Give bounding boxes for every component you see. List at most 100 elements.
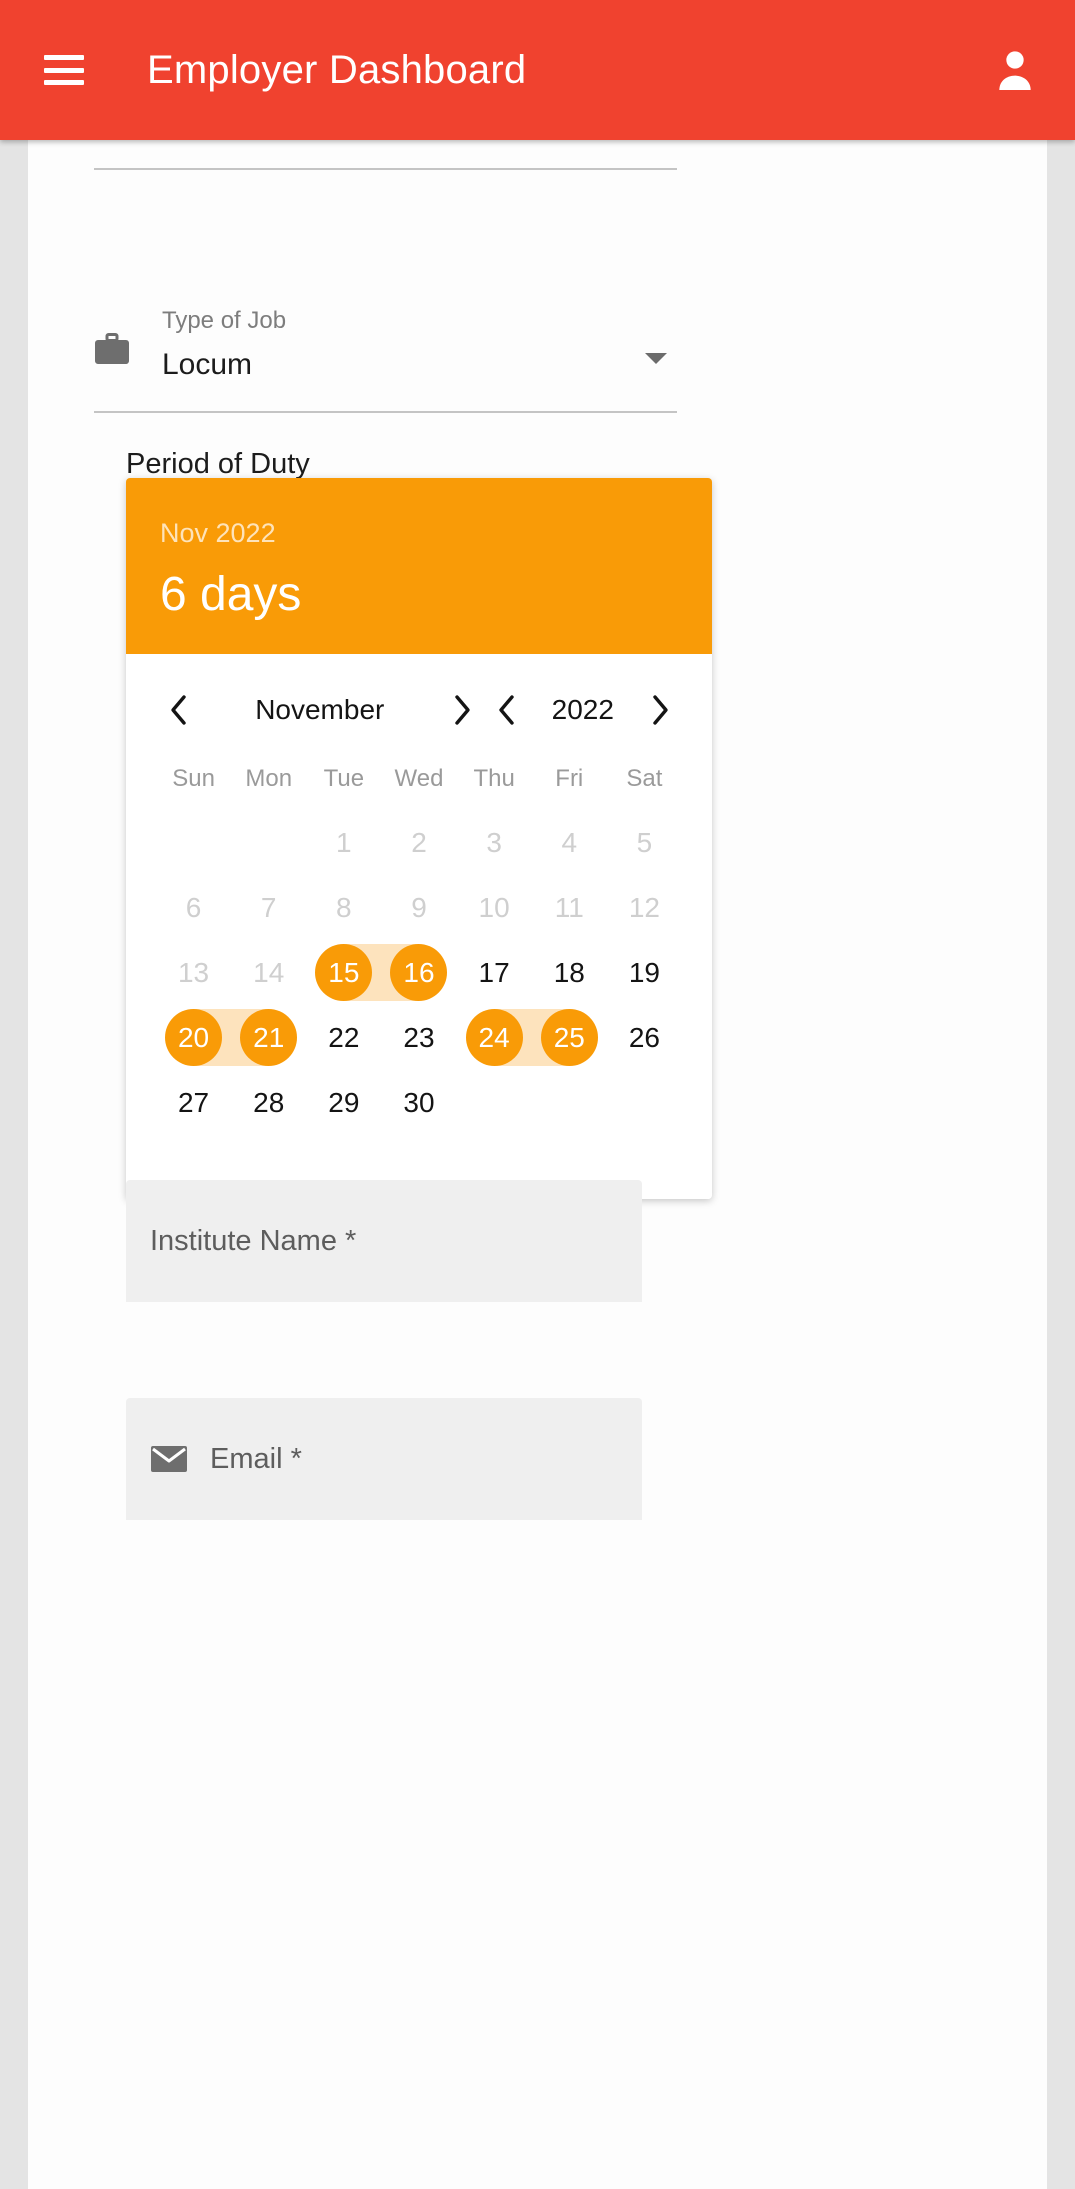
weekday-label: Sat (626, 765, 663, 792)
weekday-label: Fri (555, 765, 584, 792)
calendar-day-cell: 6 (156, 875, 231, 940)
calendar-day-cell: 7 (231, 875, 306, 940)
calendar-day-number: 12 (628, 892, 660, 923)
calendar-day-cell[interactable]: 30 (381, 1070, 456, 1135)
calendar-day-cell[interactable]: 15 (306, 940, 383, 1005)
calendar-cell-empty (231, 810, 306, 875)
date-range-calendar: Nov 2022 6 days November 2022 Sun Mon Tu… (126, 478, 712, 1199)
calendar-day-number: 21 (240, 1009, 298, 1066)
weekday-label: Mon (245, 765, 293, 792)
calendar-day-number: 3 (486, 827, 502, 858)
top-divider (94, 168, 677, 170)
calendar-day-number: 15 (315, 944, 373, 1001)
hamburger-bar (44, 67, 84, 73)
calendar-day-number: 9 (411, 892, 427, 923)
calendar-body: November 2022 Sun Mon Tue Wed Thu Fri Sa… (126, 654, 712, 1199)
email-input[interactable]: Email * (126, 1398, 642, 1520)
chevron-left-icon-month[interactable] (156, 688, 200, 732)
calendar-day-number: 11 (554, 892, 584, 923)
calendar-week-row: 6 7 8 9 10 11 12 (156, 875, 682, 940)
calendar-day-cell: 11 (532, 875, 607, 940)
envelope-icon (151, 1446, 187, 1472)
calendar-day-cell: 5 (607, 810, 682, 875)
chevron-right-icon-year[interactable] (638, 688, 682, 732)
briefcase-icon (95, 333, 129, 364)
calendar-day-cell[interactable]: 19 (607, 940, 682, 1005)
calendar-day-number: 22 (328, 1022, 360, 1053)
calendar-day-cell[interactable]: 26 (607, 1005, 682, 1070)
calendar-day-cell[interactable]: 24 (457, 1005, 533, 1070)
calendar-day-number: 18 (553, 957, 585, 988)
calendar-day-cell: 13 (156, 940, 231, 1005)
calendar-day-number: 30 (403, 1087, 435, 1118)
job-type-field[interactable]: Type of Job Locum (94, 295, 677, 413)
calendar-cell-empty (607, 1070, 682, 1135)
calendar-month-label: November (255, 694, 385, 725)
calendar-day-number: 19 (628, 957, 660, 988)
calendar-day-cell[interactable]: 16 (380, 940, 456, 1005)
year-navigation: 2022 (484, 688, 682, 732)
calendar-header: Nov 2022 6 days (126, 478, 712, 654)
app-bar: Employer Dashboard (0, 0, 1075, 140)
calendar-date-grid: 1 2 3 4 5 6 7 8 9 10 11 12 13 14 15 16 17 18 19 20 21 22 23 24 2… (156, 810, 682, 1135)
calendar-day-cell[interactable]: 29 (306, 1070, 381, 1135)
calendar-day-cell[interactable]: 21 (230, 1005, 306, 1070)
calendar-week-row: 20 21 22 23 24 25 26 (156, 1005, 682, 1070)
calendar-day-cell: 3 (457, 810, 532, 875)
calendar-day-cell[interactable]: 17 (457, 940, 532, 1005)
institute-name-placeholder: Institute Name * (150, 1224, 357, 1257)
calendar-cell-empty (457, 1070, 532, 1135)
period-of-duty-label: Period of Duty (126, 448, 310, 480)
weekday-label: Thu (473, 765, 515, 792)
calendar-day-cell: 9 (381, 875, 456, 940)
calendar-day-number: 27 (177, 1087, 210, 1118)
weekday-header-row: Sun Mon Tue Wed Thu Fri Sat (156, 758, 682, 800)
calendar-day-cell[interactable]: 22 (306, 1005, 381, 1070)
calendar-navigation: November 2022 (156, 672, 682, 748)
calendar-day-number: 24 (465, 1009, 523, 1066)
person-icon[interactable] (995, 48, 1035, 92)
calendar-day-number: 29 (328, 1087, 360, 1118)
calendar-day-cell[interactable]: 27 (156, 1070, 231, 1135)
calendar-day-number: 17 (478, 957, 510, 988)
calendar-day-cell[interactable]: 20 (156, 1005, 233, 1070)
calendar-day-cell: 10 (457, 875, 532, 940)
calendar-day-number: 2 (411, 827, 427, 858)
calendar-week-row: 27 28 29 30 (156, 1070, 682, 1135)
calendar-day-number: 10 (478, 892, 510, 923)
calendar-week-row: 1 2 3 4 5 (156, 810, 682, 875)
calendar-day-cell: 12 (607, 875, 682, 940)
calendar-day-cell[interactable]: 25 (530, 1005, 607, 1070)
calendar-day-number: 23 (403, 1022, 435, 1053)
weekday-label: Sun (172, 765, 215, 792)
page-title: Employer Dashboard (147, 47, 527, 92)
calendar-header-month-year: Nov 2022 (160, 518, 276, 548)
hamburger-menu-icon[interactable] (44, 55, 84, 85)
calendar-day-number: 26 (628, 1022, 660, 1053)
calendar-day-number: 4 (561, 827, 578, 858)
calendar-day-cell: 14 (231, 940, 306, 1005)
calendar-day-number: 8 (336, 892, 352, 923)
page-content-card: Type of Job Locum Period of Duty Nov 202… (28, 140, 1047, 2189)
calendar-day-cell[interactable]: 18 (532, 940, 607, 1005)
calendar-day-number: 16 (390, 944, 448, 1001)
calendar-day-number: 6 (185, 892, 202, 923)
calendar-day-cell[interactable]: 28 (231, 1070, 306, 1135)
weekday-label: Tue (323, 765, 365, 792)
calendar-day-number: 1 (336, 827, 352, 858)
calendar-day-cell: 8 (306, 875, 381, 940)
calendar-day-cell: 4 (532, 810, 607, 875)
calendar-cell-empty (156, 810, 231, 875)
calendar-year-label: 2022 (551, 694, 614, 725)
calendar-cell-empty (532, 1070, 607, 1135)
calendar-day-cell[interactable]: 23 (381, 1005, 456, 1070)
calendar-day-number: 14 (253, 957, 285, 988)
email-placeholder: Email * (210, 1442, 302, 1475)
calendar-day-number: 28 (253, 1087, 285, 1118)
calendar-day-number: 5 (636, 827, 653, 858)
chevron-right-icon-month[interactable] (440, 688, 484, 732)
dropdown-arrow-icon[interactable] (645, 353, 667, 364)
institute-name-input[interactable]: Institute Name * (126, 1180, 642, 1302)
job-type-value: Locum (162, 348, 253, 381)
chevron-left-icon-year[interactable] (484, 688, 528, 732)
